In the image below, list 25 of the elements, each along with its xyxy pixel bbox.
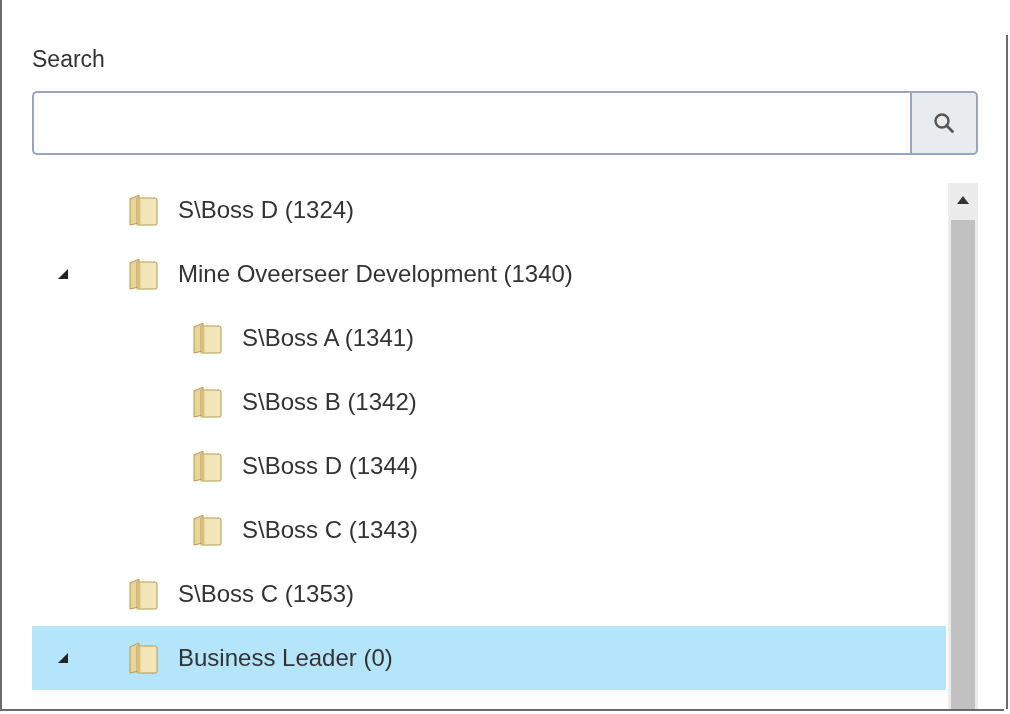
tree-item[interactable]: Business Leader (0) <box>32 626 946 690</box>
expanded-arrow-icon[interactable] <box>58 653 68 663</box>
scroll-up-icon[interactable] <box>957 196 969 204</box>
folder-icon <box>128 193 160 227</box>
scrollbar[interactable] <box>948 183 978 709</box>
folder-icon <box>192 321 224 355</box>
tree-item[interactable]: S\Boss D (1344) <box>32 434 946 498</box>
folder-icon <box>128 257 160 291</box>
tree-item[interactable]: S\Boss B (1342) <box>32 370 946 434</box>
search-label: Search <box>32 45 105 74</box>
folder-icon <box>192 513 224 547</box>
search-icon <box>933 112 955 134</box>
folder-icon <box>192 385 224 419</box>
scrollbar-thumb[interactable] <box>951 220 975 709</box>
expanded-arrow-icon[interactable] <box>58 269 68 279</box>
folder-icon <box>128 641 160 675</box>
folder-icon <box>192 449 224 483</box>
tree-item[interactable]: S\Boss C (1353) <box>32 562 946 626</box>
folder-icon <box>128 577 160 611</box>
tree-item[interactable]: S\Boss C (1343) <box>32 498 946 562</box>
search-field[interactable] <box>32 91 910 155</box>
tree-item[interactable]: S\Boss A (1341) <box>32 306 946 370</box>
search-button[interactable] <box>910 91 978 155</box>
tree-item[interactable]: S\Boss D (1324) <box>32 178 946 242</box>
tree-item[interactable]: Mine Oveerseer Development (1340) <box>32 242 946 306</box>
